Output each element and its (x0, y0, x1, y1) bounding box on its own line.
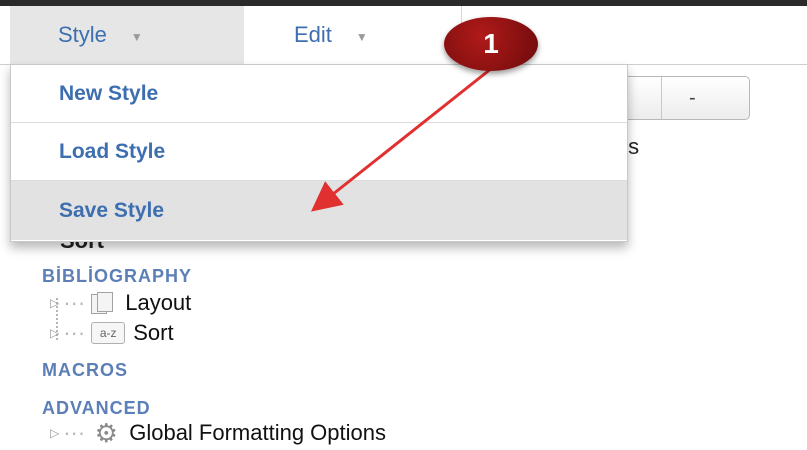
annotation-arrow (310, 66, 493, 212)
arrow-line (310, 66, 493, 212)
step-number-badge: 1 (444, 17, 538, 71)
